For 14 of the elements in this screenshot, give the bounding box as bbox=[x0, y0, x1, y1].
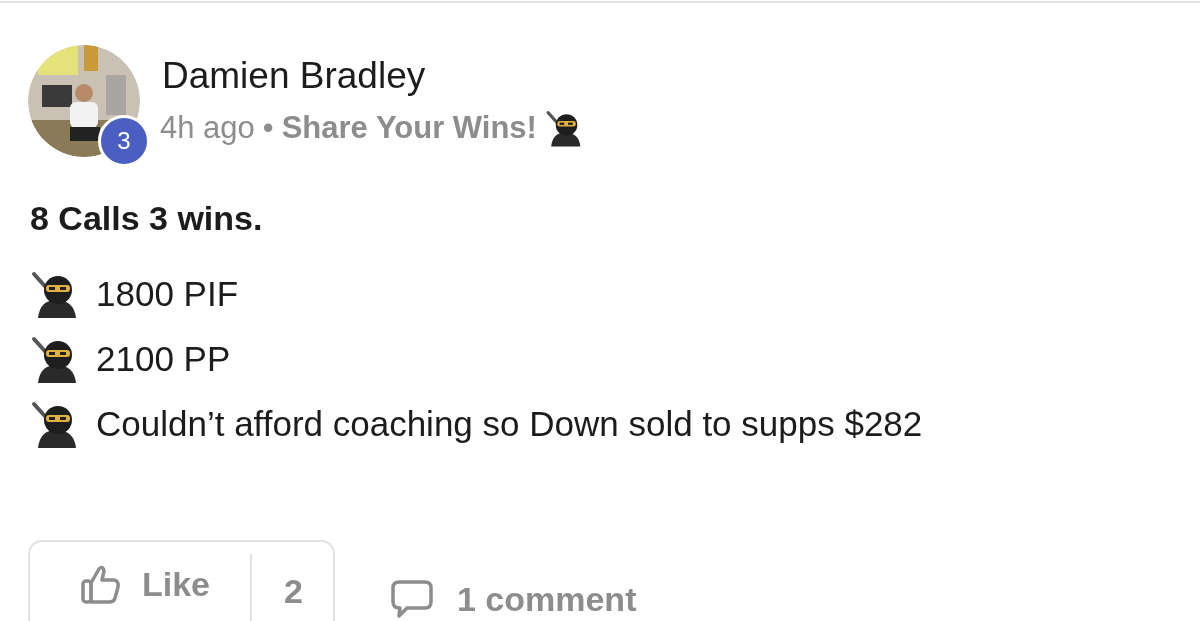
thumbs-up-icon bbox=[80, 563, 122, 605]
separator-dot: • bbox=[262, 110, 274, 146]
author-name[interactable]: Damien Bradley bbox=[162, 55, 585, 97]
post-line: 1800 PIF bbox=[96, 274, 239, 314]
comment-button[interactable]: 1 comment bbox=[390, 578, 637, 620]
like-button[interactable]: Like bbox=[30, 554, 253, 621]
post-title: 8 Calls 3 wins. bbox=[30, 199, 264, 238]
post-time: 4h ago bbox=[160, 110, 255, 146]
rank-badge: 3 bbox=[98, 115, 150, 167]
group-name[interactable]: Share Your Wins! bbox=[281, 110, 537, 146]
speech-bubble-icon bbox=[390, 578, 433, 620]
post-line: 2100 PP bbox=[96, 339, 231, 379]
post-line: Couldn’t afford coaching so Down sold to supps $282 bbox=[96, 404, 923, 444]
like-count: 2 bbox=[283, 571, 304, 612]
